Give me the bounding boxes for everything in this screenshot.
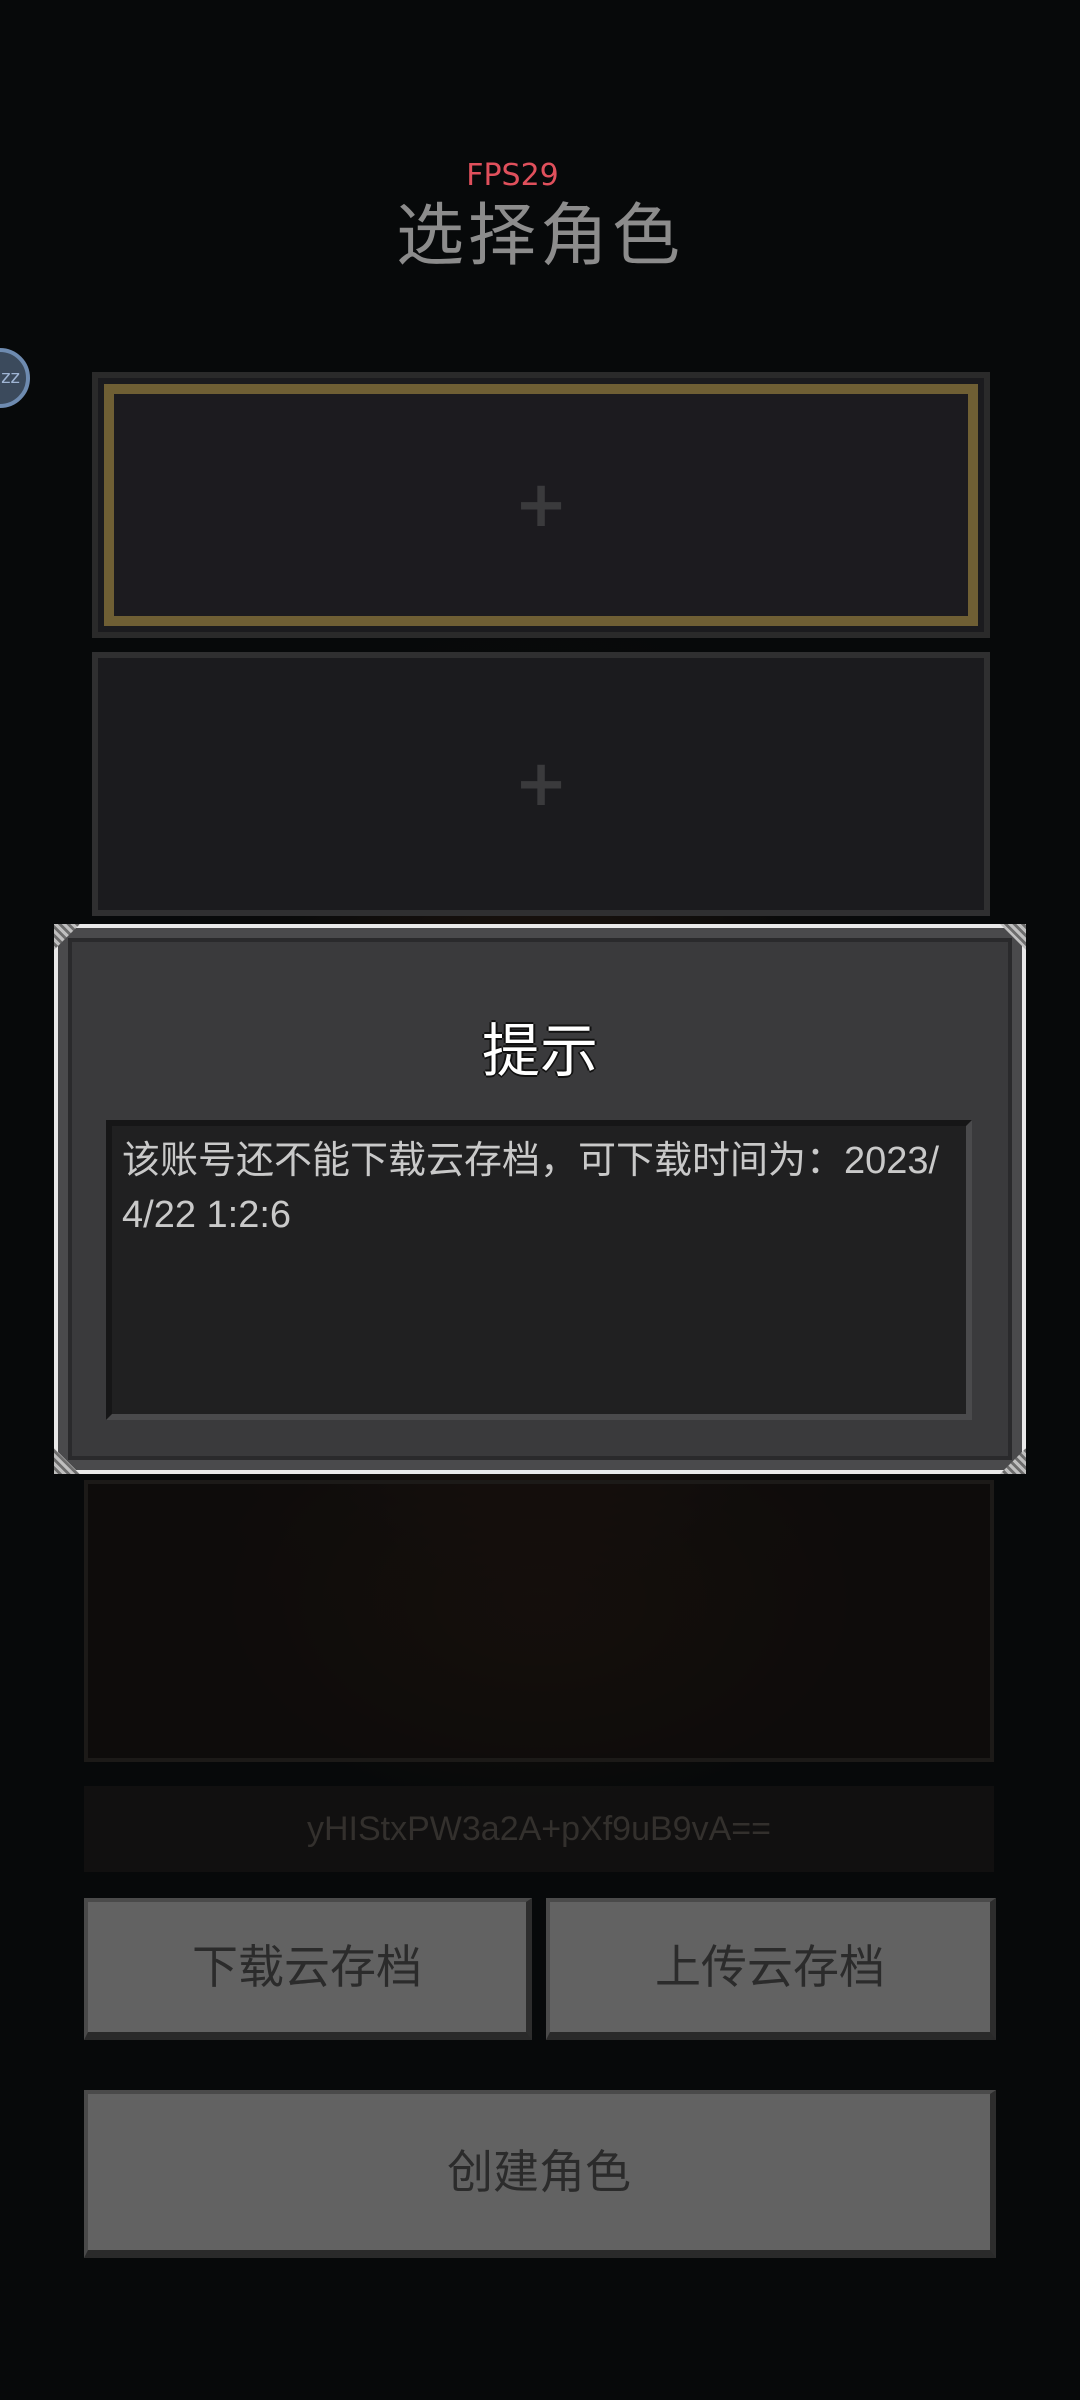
- alert-dialog[interactable]: 提示 该账号还不能下载云存档，可下载时间为：2023/4/22 1:2:6: [54, 924, 1026, 1474]
- add-icon: +: [514, 468, 568, 542]
- download-cloud-save-button[interactable]: 下载云存档: [84, 1898, 532, 2040]
- account-token: yHIStxPW3a2A+pXf9uB9vA==: [84, 1786, 994, 1872]
- corner-ornament: [1000, 924, 1026, 950]
- dialog-title: 提示: [481, 1017, 598, 1085]
- create-character-button[interactable]: 创建角色: [84, 2090, 996, 2258]
- character-slot-2[interactable]: +: [92, 652, 990, 916]
- dialog-message: 该账号还不能下载云存档，可下载时间为：2023/4/22 1:2:6: [106, 1120, 972, 1420]
- upload-cloud-save-button[interactable]: 上传云存档: [546, 1898, 996, 2040]
- character-slot-1[interactable]: +: [92, 372, 990, 638]
- corner-ornament: [54, 924, 80, 950]
- character-slot-3[interactable]: [84, 1480, 994, 1762]
- corner-ornament: [1000, 1448, 1026, 1474]
- page-title: 选择角色: [395, 197, 684, 276]
- corner-ornament: [54, 1448, 80, 1474]
- add-icon: +: [514, 747, 568, 821]
